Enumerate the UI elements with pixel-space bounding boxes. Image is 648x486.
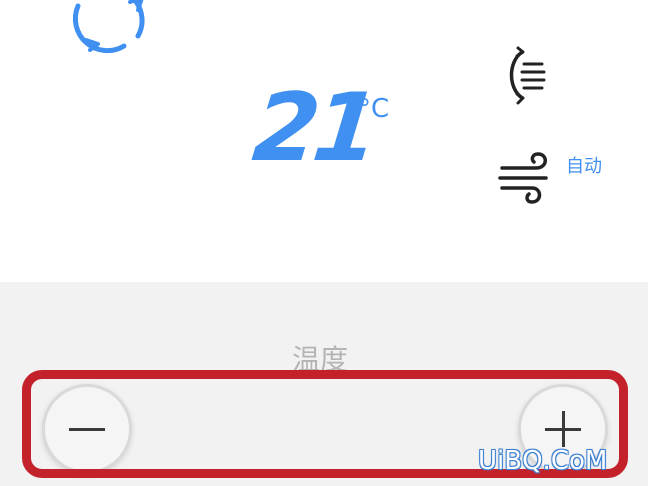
temperature-unit: °C bbox=[358, 94, 390, 124]
watermark: UiBQ.CoM bbox=[478, 446, 608, 476]
cycle-icon[interactable] bbox=[66, 0, 152, 54]
swing-icon[interactable] bbox=[500, 44, 550, 108]
wind-icon[interactable] bbox=[496, 150, 554, 206]
wind-mode-label[interactable]: 自动 bbox=[566, 152, 602, 178]
